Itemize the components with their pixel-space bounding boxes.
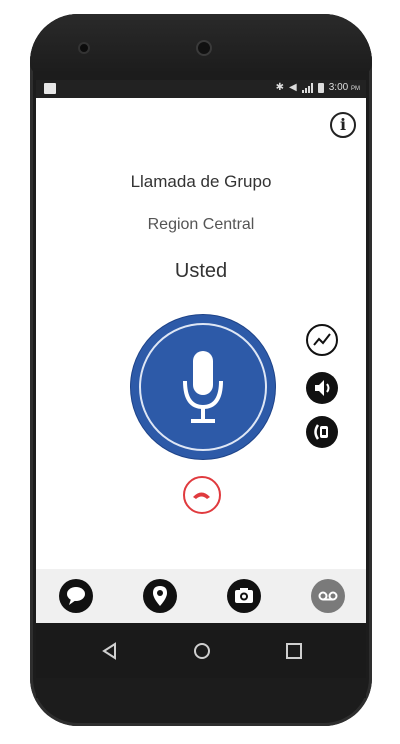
phone-chin	[36, 678, 366, 698]
recents-icon[interactable]	[282, 639, 306, 663]
home-icon[interactable]	[190, 639, 214, 663]
clock: 3:00 PM	[329, 82, 360, 93]
camera-icon[interactable]	[225, 577, 263, 615]
audio-output-icon[interactable]	[306, 416, 338, 448]
push-to-talk-button[interactable]	[131, 315, 275, 459]
status-icons: ✱ ◀ 3:00 PM	[276, 82, 360, 93]
back-icon[interactable]	[98, 639, 122, 663]
clock-ampm: PM	[351, 86, 360, 92]
signal-icon	[301, 82, 313, 93]
info-icon[interactable]: i	[330, 112, 356, 138]
front-camera	[196, 40, 212, 56]
group-name: Region Central	[147, 216, 255, 233]
location-pin-icon[interactable]	[141, 577, 179, 615]
activity-icon[interactable]	[306, 324, 338, 356]
android-nav-bar	[36, 623, 366, 678]
call-title: Llamada de Grupo	[130, 172, 272, 191]
microphone-icon	[183, 351, 223, 423]
bottom-toolbar	[36, 569, 366, 623]
notification-icon	[44, 83, 56, 94]
vibrate-icon: ◀	[289, 82, 297, 93]
bluetooth-icon: ✱	[275, 82, 285, 93]
speaker-volume-icon[interactable]	[306, 372, 338, 404]
battery-icon	[317, 82, 324, 93]
status-bar: ✱ ◀ 3:00 PM	[36, 80, 366, 98]
app-screen: ✱ ◀ 3:00 PM i Llamada de Grupo Region Ce…	[36, 80, 366, 698]
clock-time: 3:00	[328, 82, 349, 93]
voicemail-icon[interactable]	[309, 577, 347, 615]
phone-hangup-icon[interactable]	[183, 476, 221, 514]
chat-bubble-icon[interactable]	[57, 577, 95, 615]
current-speaker: Usted	[174, 260, 228, 282]
front-sensor	[78, 42, 90, 54]
